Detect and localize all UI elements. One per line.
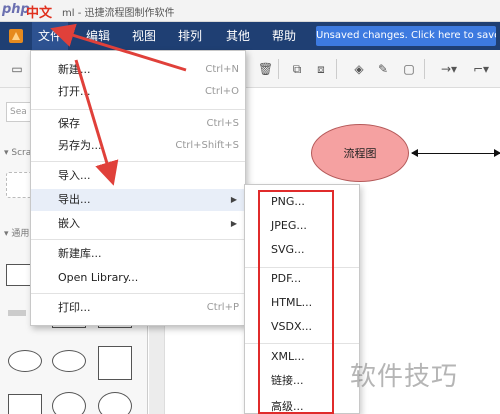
title-bar: php 中文网 ml - 迅捷流程图制作软件 bbox=[0, 0, 500, 40]
toolbar-divider bbox=[278, 59, 279, 79]
window-title: ml - 迅捷流程图制作软件 bbox=[62, 8, 175, 19]
shape-ellipse[interactable] bbox=[8, 350, 42, 372]
export-pdf[interactable]: PDF... bbox=[245, 267, 359, 291]
menu-arrange[interactable]: 排列 bbox=[172, 22, 208, 50]
export-vsdx-label: VSDX... bbox=[271, 320, 313, 333]
menu-item-label: Open Library... bbox=[58, 271, 139, 284]
menu-item-shortcut: Ctrl+P bbox=[206, 302, 239, 313]
site-logo: php 中文网 bbox=[2, 1, 58, 40]
submenu-arrow-icon: ▶ bbox=[230, 219, 237, 228]
menu-item-shortcut: Ctrl+Shift+S bbox=[175, 140, 239, 151]
menu-file[interactable]: 文件 bbox=[32, 22, 69, 50]
menu-divider bbox=[31, 161, 245, 162]
menu-item-label: 打开... bbox=[58, 85, 91, 98]
shape-square[interactable] bbox=[98, 346, 132, 380]
export-advanced-label: 高级... bbox=[271, 400, 304, 413]
flowchart-node[interactable]: 流程图 bbox=[311, 124, 409, 182]
menu-item-open[interactable]: 打开... Ctrl+O bbox=[31, 81, 245, 103]
export-pdf-label: PDF... bbox=[271, 272, 302, 285]
shape-ellipse-2[interactable] bbox=[52, 350, 86, 372]
menu-item-new-library[interactable]: 新建库... bbox=[31, 243, 245, 265]
export-svg[interactable]: SVG... bbox=[245, 238, 359, 262]
section-general[interactable]: ▾ 通用 bbox=[4, 226, 29, 239]
export-submenu: PNG... JPEG... SVG... PDF... HTML... VSD… bbox=[244, 184, 360, 414]
menu-item-export[interactable]: 导出... ▶ bbox=[31, 189, 245, 211]
menu-view[interactable]: 视图 bbox=[126, 22, 162, 50]
to-front-icon[interactable]: ⧉ bbox=[290, 62, 304, 76]
menu-divider bbox=[31, 293, 245, 294]
menu-item-shortcut: Ctrl+O bbox=[204, 86, 239, 97]
watermark: 软件技巧 bbox=[350, 362, 459, 392]
menu-item-label: 嵌入 bbox=[58, 217, 80, 230]
menu-item-label: 另存为... bbox=[58, 139, 102, 152]
menu-item-label: 新建... bbox=[58, 63, 91, 76]
shape-circle[interactable] bbox=[52, 392, 86, 414]
export-html[interactable]: HTML... bbox=[245, 291, 359, 315]
menu-item-label: 打印... bbox=[58, 301, 91, 314]
menu-item-embed[interactable]: 嵌入 ▶ bbox=[31, 213, 245, 235]
menu-item-save[interactable]: 保存 Ctrl+S bbox=[31, 113, 245, 135]
connection-style-icon[interactable]: →▾ bbox=[438, 62, 460, 76]
menu-item-shortcut: Ctrl+N bbox=[205, 64, 239, 75]
menu-item-label: 导出... bbox=[58, 193, 91, 206]
shape-text[interactable] bbox=[8, 310, 26, 316]
toolbar-divider bbox=[336, 59, 337, 79]
format-panel-icon[interactable]: ▭ bbox=[10, 62, 24, 76]
menu-item-label: 保存 bbox=[58, 117, 80, 130]
export-vsdx[interactable]: VSDX... bbox=[245, 315, 359, 339]
menu-item-save-as[interactable]: 另存为... Ctrl+Shift+S bbox=[31, 135, 245, 157]
menu-item-label: 导入... bbox=[58, 169, 91, 182]
menu-item-label: 新建库... bbox=[58, 247, 102, 260]
export-xml-label: XML... bbox=[271, 350, 305, 363]
menu-divider bbox=[245, 343, 359, 344]
file-menu-dropdown: 新建... Ctrl+N 打开... Ctrl+O 保存 Ctrl+S 另存为.… bbox=[30, 50, 246, 326]
menu-edit[interactable]: 编辑 bbox=[80, 22, 116, 50]
menu-item-import[interactable]: 导入... bbox=[31, 165, 245, 187]
unsaved-changes-button[interactable]: Unsaved changes. Click here to save. bbox=[316, 26, 496, 46]
section-scratchpad-label: Scra bbox=[11, 148, 32, 158]
submenu-arrow-icon: ▶ bbox=[230, 195, 237, 204]
delete-icon[interactable]: 🗑 bbox=[258, 62, 273, 76]
menu-item-print[interactable]: 打印... Ctrl+P bbox=[31, 297, 245, 319]
menu-extras[interactable]: 其他 bbox=[220, 22, 256, 50]
menu-divider bbox=[31, 239, 245, 240]
waypoint-style-icon[interactable]: ⌐▾ bbox=[470, 62, 492, 76]
export-xml[interactable]: XML... bbox=[245, 345, 359, 369]
shadow-icon[interactable]: ▢ bbox=[402, 62, 416, 76]
shape-circle-2[interactable] bbox=[98, 392, 132, 414]
export-url[interactable]: 链接... bbox=[245, 369, 359, 393]
menu-bar: 文件 编辑 视图 排列 其他 帮助 Unsaved changes. Click… bbox=[0, 22, 500, 50]
export-png-label: PNG... bbox=[271, 195, 305, 208]
export-png[interactable]: PNG... bbox=[245, 190, 359, 214]
export-url-label: 链接... bbox=[271, 374, 304, 387]
export-html-label: HTML... bbox=[271, 296, 313, 309]
export-advanced[interactable]: 高级... bbox=[245, 395, 359, 414]
app-icon bbox=[9, 29, 23, 43]
section-scratchpad[interactable]: ▾ Scra bbox=[4, 148, 31, 158]
shape-square-2[interactable] bbox=[8, 394, 42, 414]
connector-arrow[interactable] bbox=[411, 149, 500, 157]
menu-help[interactable]: 帮助 bbox=[266, 22, 302, 50]
export-jpeg[interactable]: JPEG... bbox=[245, 214, 359, 238]
section-general-label: 通用 bbox=[11, 229, 30, 239]
menu-item-new[interactable]: 新建... Ctrl+N bbox=[31, 59, 245, 81]
menu-item-open-library[interactable]: Open Library... bbox=[31, 267, 245, 289]
fill-color-icon[interactable]: ◈ bbox=[352, 62, 366, 76]
toolbar-divider bbox=[424, 59, 425, 79]
line-color-icon[interactable]: ✎ bbox=[376, 62, 390, 76]
export-svg-label: SVG... bbox=[271, 243, 305, 256]
menu-divider bbox=[31, 109, 245, 110]
menu-item-shortcut: Ctrl+S bbox=[206, 118, 239, 129]
to-back-icon[interactable]: ⧈ bbox=[314, 62, 328, 76]
export-jpeg-label: JPEG... bbox=[271, 219, 307, 232]
